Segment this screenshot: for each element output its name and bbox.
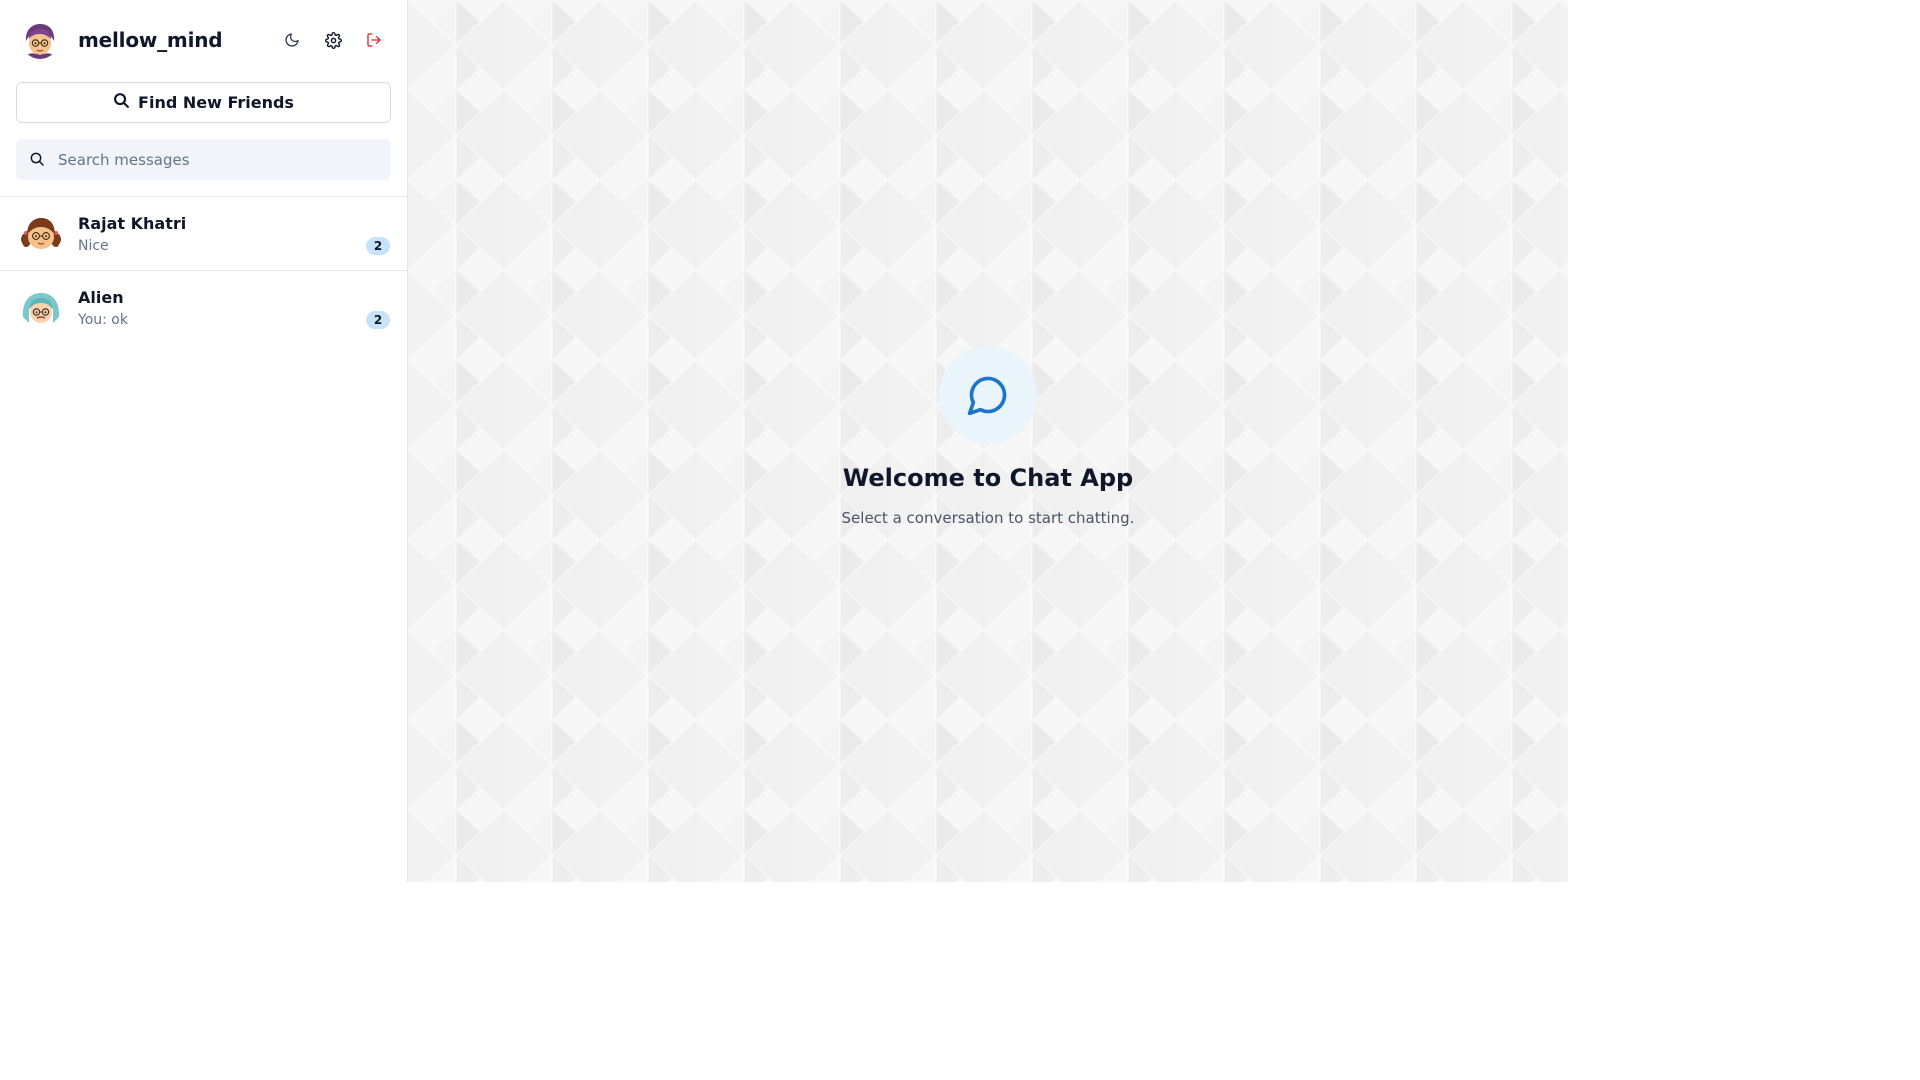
search-icon <box>29 151 45 171</box>
conversation-item[interactable]: Rajat Khatri Nice 2 <box>0 197 407 270</box>
conversation-item[interactable]: Alien You: ok 2 <box>0 271 407 344</box>
unread-badge: 2 <box>366 237 390 255</box>
search-icon <box>113 92 130 113</box>
contact-name: Alien <box>78 288 124 307</box>
user-avatar[interactable] <box>21 21 59 59</box>
username: mellow_mind <box>78 28 223 52</box>
contact-avatar <box>20 213 62 255</box>
contact-avatar <box>20 287 62 329</box>
profile-header: mellow_mind <box>0 0 407 82</box>
find-new-friends-button[interactable]: Find New Friends <box>16 82 391 123</box>
welcome-panel: Welcome to Chat App Select a conversatio… <box>408 346 1568 527</box>
chat-app: mellow_mind Find New Friends Search mess… <box>0 0 1568 882</box>
logout-icon <box>366 32 382 48</box>
settings-button[interactable] <box>322 29 344 51</box>
chat-bubble-icon <box>939 346 1037 444</box>
logout-button[interactable] <box>363 29 385 51</box>
search-messages-input[interactable] <box>58 139 378 180</box>
theme-toggle-button[interactable] <box>281 29 303 51</box>
welcome-title: Welcome to Chat App <box>842 464 1134 492</box>
moon-icon <box>284 32 300 48</box>
chat-main-panel: Welcome to Chat App Select a conversatio… <box>408 0 1568 882</box>
message-search <box>16 139 391 180</box>
welcome-subtitle: Select a conversation to start chatting. <box>841 509 1135 527</box>
unread-badge: 2 <box>366 311 390 329</box>
contact-name: Rajat Khatri <box>78 214 187 233</box>
gear-icon <box>324 31 342 49</box>
last-message-preview: Nice <box>78 238 109 254</box>
last-message-preview: You: ok <box>78 312 128 328</box>
sidebar: mellow_mind Find New Friends Search mess… <box>0 0 408 882</box>
find-new-friends-label: Find New Friends <box>138 93 294 112</box>
